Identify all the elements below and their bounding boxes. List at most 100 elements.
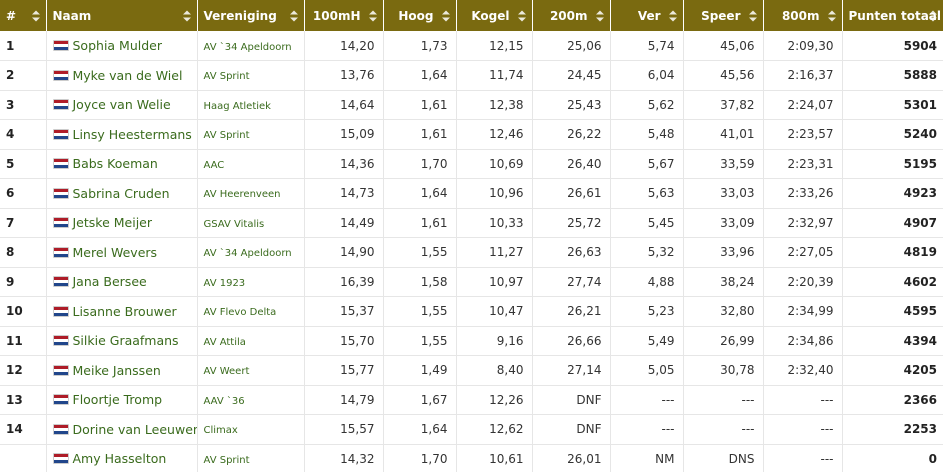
athlete-name-link[interactable]: Amy Hasselton [73,451,167,466]
result-100mh: 15,70 [304,326,384,356]
result-200m: 26,21 [532,296,611,326]
rank-cell: 5 [0,149,47,179]
points-total: 5195 [903,156,937,171]
result-speer: 37,82 [683,90,764,120]
result-kogel: 12,62 [456,414,533,444]
club-link[interactable]: AV Heerenveen [204,189,281,200]
result-800m: 2:32,40 [763,355,843,385]
rank-cell: 14 [0,414,47,444]
athlete-name-link[interactable]: Floortje Tromp [73,392,163,407]
athlete-cell: Myke van de Wiel [46,60,198,90]
sort-icon [182,10,191,21]
athlete-name-link[interactable]: Meike Janssen [73,363,161,378]
club-link[interactable]: Haag Atletiek [204,101,271,112]
result-hoog: 1,70 [383,444,457,472]
club-link[interactable]: Climax [204,425,238,436]
club-link[interactable]: AV Sprint [204,130,250,141]
points-total: 4205 [903,363,937,378]
result-200m: DNF [532,385,611,415]
result-kogel: 10,61 [456,444,533,472]
athlete-name-link[interactable]: Merel Wevers [73,245,158,260]
rank-cell: 6 [0,178,47,208]
result-speer: 41,01 [683,119,764,149]
club-link[interactable]: AV Sprint [204,455,250,466]
result-kogel: 10,69 [456,149,533,179]
result-hoog: 1,61 [383,119,457,149]
result-ver: 5,62 [610,90,684,120]
points-total: 5904 [903,38,937,53]
club-link[interactable]: AV `34 Apeldoorn [204,42,292,53]
result-ver: 5,49 [610,326,684,356]
club-cell: AV Sprint [197,119,305,149]
col-header-speer[interactable]: Speer [683,0,764,31]
rank-cell: 13 [0,385,47,415]
result-100mh: 15,57 [304,414,384,444]
result-speer: 45,06 [683,31,764,61]
club-link[interactable]: AAC [204,160,225,171]
club-cell: AV Weert [197,355,305,385]
result-ver: 5,05 [610,355,684,385]
athlete-name-link[interactable]: Silkie Graafmans [73,333,179,348]
athlete-name-link[interactable]: Sophia Mulder [73,38,163,53]
points-total: 2253 [903,422,937,437]
result-hoog: 1,64 [383,414,457,444]
athlete-name-link[interactable]: Jetske Meijer [73,215,153,230]
netherlands-flag-icon [52,423,69,435]
result-200m: 25,43 [532,90,611,120]
result-100mh: 14,64 [304,90,384,120]
points-total: 4394 [903,333,937,348]
result-hoog: 1,67 [383,385,457,415]
athlete-name-link[interactable]: Jana Bersee [73,274,147,289]
athlete-name-link[interactable]: Lisanne Brouwer [73,304,177,319]
result-kogel: 12,38 [456,90,533,120]
col-header-rank[interactable]: # [0,0,47,31]
athlete-name-link[interactable]: Joyce van Welie [73,97,171,112]
sort-icon [441,10,450,21]
athlete-name-link[interactable]: Myke van de Wiel [73,68,183,83]
athlete-cell: Meike Janssen [46,355,198,385]
sort-icon [31,10,40,21]
netherlands-flag-icon [52,217,69,229]
col-header-ver[interactable]: Ver [610,0,684,31]
col-header-200m[interactable]: 200m [532,0,611,31]
result-speer: 26,99 [683,326,764,356]
club-link[interactable]: AAV `36 [204,396,245,407]
club-cell: AAC [197,149,305,179]
col-header-punten-totaal[interactable]: Punten totaal [842,0,943,31]
result-hoog: 1,73 [383,31,457,61]
table-row: 2 Myke van de Wiel AV Sprint 13,76 1,64 11,74… [0,60,943,90]
club-link[interactable]: AV Sprint [204,71,250,82]
points-total: 4602 [903,274,937,289]
club-link[interactable]: AV Attila [204,337,246,348]
col-header-naam[interactable]: Naam [46,0,198,31]
points-total: 5240 [903,127,937,142]
rank-cell: 9 [0,267,47,297]
result-800m: 2:27,05 [763,237,843,267]
club-link[interactable]: AV 1923 [204,278,246,289]
athlete-cell: Amy Hasselton [46,444,198,472]
table-row: 11 Silkie Graafmans AV Attila 15,70 1,55 9,16… [0,326,943,356]
result-hoog: 1,55 [383,326,457,356]
club-link[interactable]: GSAV Vitalis [204,219,265,230]
result-100mh: 14,79 [304,385,384,415]
result-800m: 2:24,07 [763,90,843,120]
athlete-name-link[interactable]: Sabrina Cruden [73,186,170,201]
athlete-name-link[interactable]: Linsy Heestermans [73,127,192,142]
athlete-name-link[interactable]: Dorine van Leeuwen [73,422,197,437]
col-header-kogel[interactable]: Kogel [456,0,533,31]
col-header-800m[interactable]: 800m [763,0,843,31]
rank-cell: 10 [0,296,47,326]
col-header-vereniging[interactable]: Vereniging [197,0,305,31]
club-link[interactable]: AV Weert [204,366,250,377]
club-link[interactable]: AV Flevo Delta [204,307,277,318]
rank-cell: 7 [0,208,47,238]
points-total: 5301 [903,97,937,112]
result-100mh: 14,49 [304,208,384,238]
club-cell: Haag Atletiek [197,90,305,120]
result-kogel: 10,33 [456,208,533,238]
col-header-hoog[interactable]: Hoog [383,0,457,31]
athlete-name-link[interactable]: Babs Koeman [73,156,158,171]
club-link[interactable]: AV `34 Apeldoorn [204,248,292,259]
col-header-100mh[interactable]: 100mH [304,0,384,31]
result-kogel: 11,74 [456,60,533,90]
